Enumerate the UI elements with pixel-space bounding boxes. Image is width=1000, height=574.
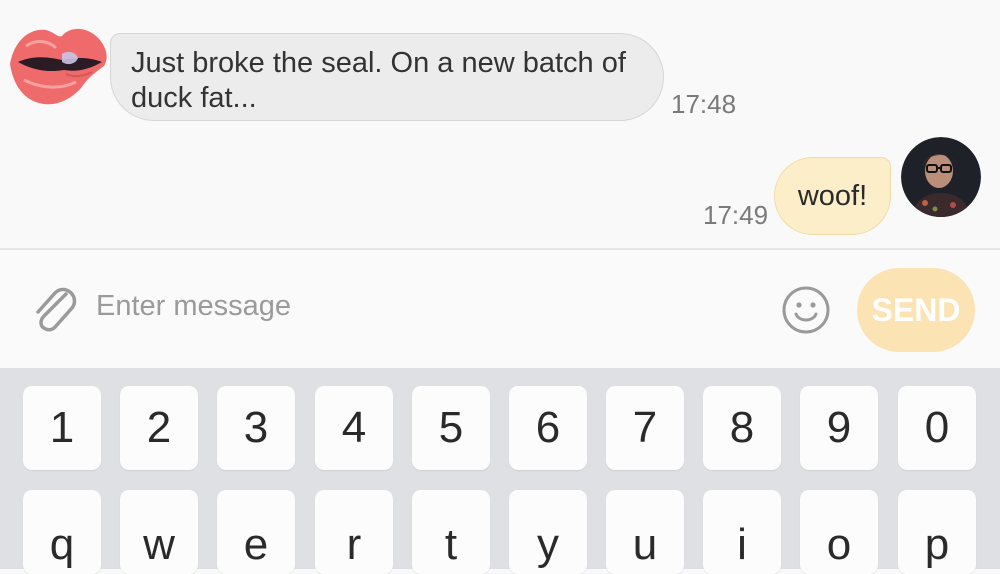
paperclip-icon[interactable] (28, 282, 80, 334)
lips-avatar-icon[interactable] (6, 14, 110, 110)
key-label: w (143, 520, 175, 569)
outgoing-message-bubble[interactable]: woof! (774, 157, 891, 235)
incoming-message-time: 17:48 (671, 89, 737, 119)
key-label: r (346, 520, 362, 569)
key-label: 8 (729, 403, 755, 452)
key-label: y (537, 520, 559, 569)
key-label: 1 (49, 403, 75, 452)
key-r[interactable]: r (315, 490, 393, 574)
key-i[interactable]: i (703, 490, 781, 574)
incoming-message-bubble[interactable]: Just broke the seal. On a new batch of d… (110, 33, 664, 121)
send-button-label: SEND (871, 291, 961, 328)
key-label: 4 (341, 403, 367, 452)
outgoing-message-text: woof! (797, 179, 868, 212)
key-e[interactable]: e (217, 490, 295, 574)
outgoing-message-time: 17:49 (703, 200, 769, 230)
key-label: 2 (146, 403, 172, 452)
key-6[interactable]: 6 (509, 386, 587, 470)
key-5[interactable]: 5 (412, 386, 490, 470)
key-y[interactable]: y (509, 490, 587, 574)
key-label: e (243, 520, 269, 569)
key-label: i (737, 520, 747, 569)
key-label: 5 (438, 403, 464, 452)
key-label: t (444, 520, 458, 569)
key-label: q (49, 520, 75, 569)
key-t[interactable]: t (412, 490, 490, 574)
key-label: u (632, 520, 658, 569)
key-4[interactable]: 4 (315, 386, 393, 470)
incoming-message-line-1: Just broke the seal. On a new batch of (131, 47, 626, 79)
key-label: 9 (826, 403, 852, 452)
key-8[interactable]: 8 (703, 386, 781, 470)
key-w[interactable]: w (120, 490, 198, 574)
key-p[interactable]: p (898, 490, 976, 574)
key-0[interactable]: 0 (898, 386, 976, 470)
conversation-area: Just broke the seal. On a new batch of d… (0, 0, 1000, 248)
user-photo-avatar-icon[interactable] (901, 137, 981, 217)
key-7[interactable]: 7 (606, 386, 684, 470)
key-label: o (826, 520, 852, 569)
key-label: 3 (243, 403, 269, 452)
key-q[interactable]: q (23, 490, 101, 574)
key-u[interactable]: u (606, 490, 684, 574)
key-1[interactable]: 1 (23, 386, 101, 470)
key-label: 0 (924, 403, 950, 452)
message-input[interactable] (96, 284, 756, 328)
key-o[interactable]: o (800, 490, 878, 574)
key-3[interactable]: 3 (217, 386, 295, 470)
key-label: p (924, 520, 950, 569)
incoming-message-line-2: duck fat... (131, 82, 257, 114)
smiley-icon[interactable] (781, 285, 831, 335)
key-9[interactable]: 9 (800, 386, 878, 470)
send-button[interactable]: SEND (857, 268, 975, 352)
keyboard: 1 2 3 4 5 6 7 8 9 0 q w e r t y u i o p (0, 368, 1000, 574)
key-label: 6 (535, 403, 561, 452)
key-label: 7 (632, 403, 658, 452)
key-2[interactable]: 2 (120, 386, 198, 470)
